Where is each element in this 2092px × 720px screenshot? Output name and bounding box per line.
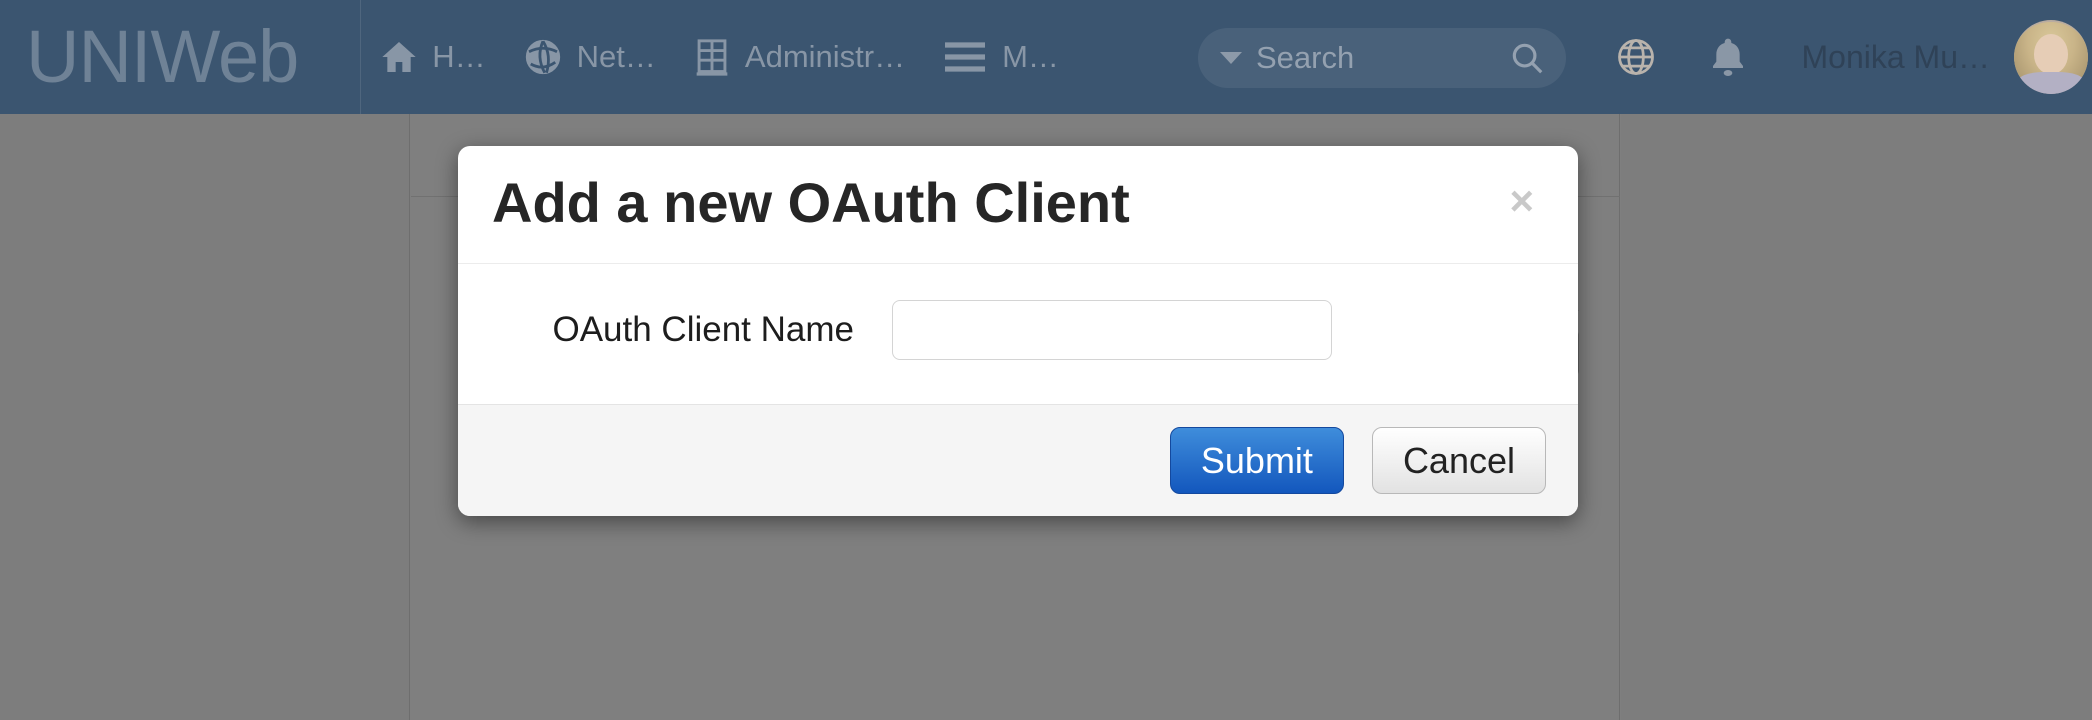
brand-divider <box>360 0 362 114</box>
modal-title: Add a new OAuth Client <box>492 171 1130 234</box>
chevron-down-icon[interactable] <box>1220 52 1242 64</box>
oauth-client-name-input[interactable] <box>892 299 1332 360</box>
oauth-client-name-label: OAuth Client Name <box>552 309 854 349</box>
top-navigation-bar: UNIWeb H… Net… Administr… M… Search Moni… <box>0 0 2092 114</box>
magnifier-icon[interactable] <box>1508 39 1546 77</box>
nav-network-label: Net… <box>576 39 656 74</box>
network-globe-icon <box>522 36 564 78</box>
cancel-button[interactable]: Cancel <box>1371 426 1546 495</box>
close-x-icon[interactable]: × <box>1501 176 1542 226</box>
modal-body: OAuth Client Name <box>458 263 1578 404</box>
oauth-client-name-row: OAuth Client Name <box>492 299 1544 360</box>
nav-administration[interactable]: Administr… <box>692 36 905 78</box>
avatar-face <box>2034 34 2068 74</box>
user-name-label[interactable]: Monika Mu… <box>1802 39 1991 76</box>
topbar-right-icons: Monika Mu… <box>1590 0 2092 114</box>
search-input[interactable]: Search <box>1198 28 1566 88</box>
submit-button[interactable]: Submit <box>1169 426 1344 495</box>
app-root: A Backup Service Munro, Monika View Remo… <box>0 0 2092 720</box>
nav-home[interactable]: H… <box>379 37 486 77</box>
nav-items: H… Net… Administr… M… <box>379 36 1059 78</box>
brand-logo[interactable]: UNIWeb <box>26 20 299 94</box>
modal-footer: Submit Cancel <box>458 403 1578 517</box>
avatar-shirt <box>2018 72 2084 94</box>
bell-icon[interactable] <box>1682 0 1774 114</box>
building-icon <box>692 36 732 78</box>
nav-more[interactable]: M… <box>941 37 1059 77</box>
globe-icon[interactable] <box>1590 0 1682 114</box>
add-oauth-client-modal: Add a new OAuth Client × OAuth Client Na… <box>458 146 1578 517</box>
home-icon <box>379 37 419 77</box>
nav-network[interactable]: Net… <box>522 36 656 78</box>
search-placeholder: Search <box>1256 40 1355 75</box>
modal-header: Add a new OAuth Client × <box>458 146 1578 264</box>
nav-home-label: H… <box>432 39 486 74</box>
nav-administration-label: Administr… <box>744 39 906 74</box>
hamburger-menu-icon <box>941 37 989 77</box>
avatar[interactable] <box>2014 20 2088 94</box>
nav-more-label: M… <box>1002 39 1059 74</box>
